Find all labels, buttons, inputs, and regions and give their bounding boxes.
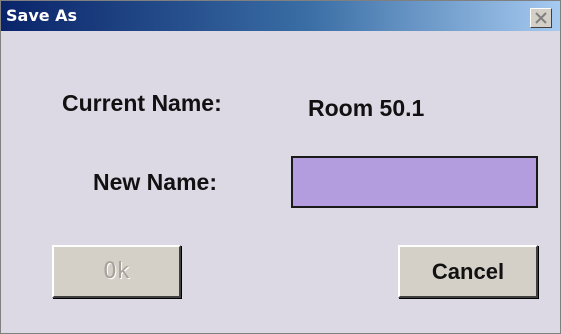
new-name-label: New Name: xyxy=(93,169,217,195)
title-bar[interactable]: Save As xyxy=(1,1,560,31)
current-name-label: Current Name: xyxy=(62,90,222,116)
new-name-input[interactable] xyxy=(291,156,538,208)
dialog-title: Save As xyxy=(6,6,78,25)
save-as-dialog: Save As Current Name: Room 50.1 New Name… xyxy=(0,0,561,334)
ok-button[interactable]: Ok xyxy=(52,245,181,298)
current-name-value: Room 50.1 xyxy=(308,95,425,121)
cancel-button[interactable]: Cancel xyxy=(398,245,538,298)
close-button[interactable] xyxy=(530,8,552,28)
close-icon xyxy=(535,12,547,24)
